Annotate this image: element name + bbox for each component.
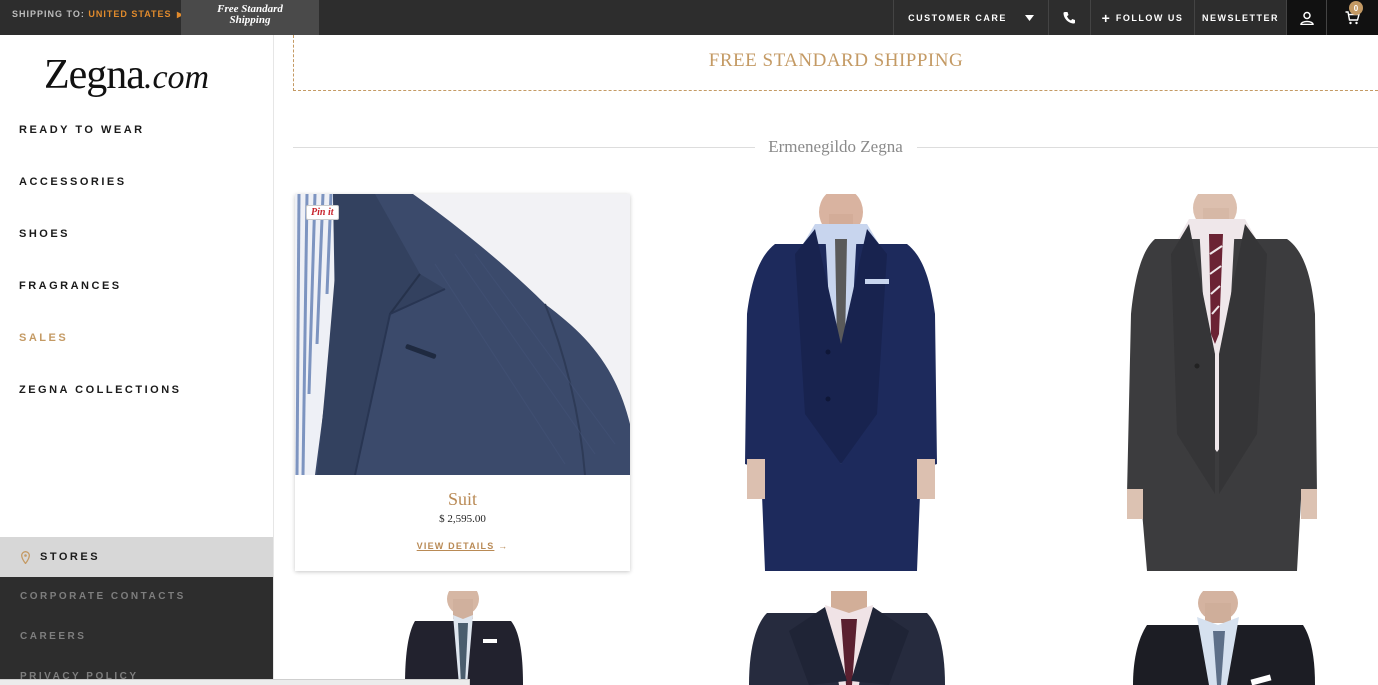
product-image-charcoal-suit[interactable] <box>1127 194 1319 571</box>
shipping-country: UNITED STATES <box>88 9 172 19</box>
charcoal-suit-model <box>1127 194 1317 571</box>
nav-item-sales[interactable]: SALES <box>19 332 181 384</box>
stores-link[interactable]: STORES <box>0 537 273 577</box>
plus-icon: + <box>1101 9 1110 26</box>
newsletter-label: NEWSLETTER <box>1202 12 1279 23</box>
stores-label: STORES <box>40 551 101 563</box>
dark-suit-model-3 <box>1133 591 1315 685</box>
chevron-down-icon <box>1024 14 1034 21</box>
map-pin-icon <box>21 550 30 564</box>
footer-links: CORPORATE CONTACTS CAREERS PRIVACY POLIC… <box>0 577 273 685</box>
phone-button[interactable] <box>1048 0 1090 35</box>
product-image-navy-suit[interactable] <box>745 194 937 571</box>
site-logo[interactable]: Zegna.com <box>44 51 209 99</box>
view-details-link[interactable]: VIEW DETAILS → <box>295 541 630 551</box>
nav-item-zegna-collections[interactable]: ZEGNA COLLECTIONS <box>19 384 181 436</box>
user-icon <box>1299 11 1314 25</box>
pinterest-button[interactable]: Pin it <box>306 205 339 220</box>
follow-us-button[interactable]: + FOLLOW US <box>1090 0 1194 35</box>
nav-item-ready-to-wear[interactable]: READY TO WEAR <box>19 124 181 176</box>
customer-care-label: CUSTOMER CARE <box>908 12 1007 23</box>
navy-suit-model <box>745 194 937 571</box>
newsletter-link[interactable]: NEWSLETTER <box>1194 0 1286 35</box>
nav-item-accessories[interactable]: ACCESSORIES <box>19 176 181 228</box>
sidebar: Zegna.com READY TO WEAR ACCESSORIES SHOE… <box>0 35 274 685</box>
follow-us-label: FOLLOW US <box>1115 12 1184 23</box>
product-name[interactable]: Suit <box>295 489 630 510</box>
browser-status-bar <box>0 679 470 685</box>
account-button[interactable] <box>1286 0 1326 35</box>
dark-suit-model-2 <box>749 591 945 685</box>
view-details-label: VIEW DETAILS <box>416 541 495 551</box>
brand-heading: Ermenegildo Zegna <box>293 137 1378 157</box>
shipping-banner: FREE STANDARD SHIPPING <box>293 35 1378 91</box>
nav-item-shoes[interactable]: SHOES <box>19 228 181 280</box>
cart-button[interactable]: 0 <box>1326 0 1378 35</box>
product-image-suit-detail[interactable]: Pin it <box>295 194 630 475</box>
phone-icon <box>1063 12 1075 24</box>
cart-count-badge: 0 <box>1349 1 1363 15</box>
product-image-dark-suit-row2-1[interactable] <box>405 591 523 685</box>
suit-lapel-closeup <box>295 194 630 475</box>
product-price: $ 2,595.00 <box>439 513 486 525</box>
product-image-dark-suit-row2-3[interactable] <box>1133 591 1315 685</box>
top-bar: SHIPPING TO: UNITED STATES ▶ Free Standa… <box>0 0 1378 35</box>
product-image-dark-suit-row2-2[interactable] <box>749 591 945 685</box>
promo-line-2: Shipping <box>229 14 271 26</box>
corporate-contacts-link[interactable]: CORPORATE CONTACTS <box>20 591 186 602</box>
nav-item-fragrances[interactable]: FRAGRANCES <box>19 280 181 332</box>
product-card-suit[interactable]: Pin it Suit $ 2,595.00 VIEW DETAILS → <box>295 194 630 571</box>
arrow-right-icon: → <box>498 541 509 551</box>
careers-link[interactable]: CAREERS <box>20 631 86 642</box>
shipping-label: SHIPPING TO: <box>12 9 85 19</box>
brand-name: Ermenegildo Zegna <box>768 137 903 156</box>
dark-suit-model-1 <box>405 591 523 685</box>
shipping-selector[interactable]: SHIPPING TO: UNITED STATES ▶ <box>12 0 184 35</box>
customer-care-menu[interactable]: CUSTOMER CARE <box>893 0 1048 35</box>
main-nav: READY TO WEAR ACCESSORIES SHOES FRAGRANC… <box>19 124 181 436</box>
free-shipping-tab[interactable]: Free Standard Shipping <box>181 0 319 35</box>
